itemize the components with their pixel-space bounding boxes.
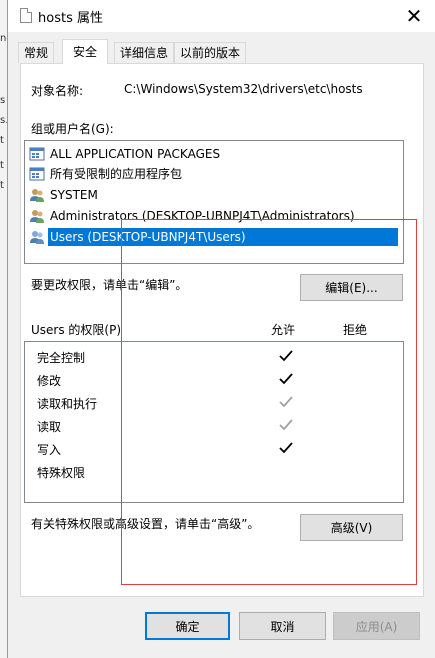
- permission-name: 读取和执行: [37, 397, 98, 411]
- background-text: t: [0, 160, 4, 171]
- users-group-icon: [30, 209, 44, 223]
- deny-column-header: 拒绝: [343, 323, 368, 337]
- background-text: t: [0, 135, 4, 146]
- change-permission-hint: 要更改权限，请单击“编辑”。: [31, 278, 188, 292]
- permission-name: 完全控制: [37, 351, 86, 365]
- inherited-check-icon: [279, 396, 293, 408]
- tab-security[interactable]: 安全: [62, 39, 108, 64]
- inherited-check-icon: [279, 419, 293, 431]
- edit-button[interactable]: 编辑(E)...: [300, 274, 403, 301]
- background-text: s: [0, 95, 6, 106]
- file-icon: [20, 8, 32, 23]
- object-name-value: C:\Windows\System32\drivers\etc\hosts: [124, 82, 363, 96]
- permissions-list: 完全控制 修改 读取和执行 读取 写入 特殊权限: [24, 341, 404, 503]
- group-name: Administrators (DESKTOP-UBNPJ4T\Administ…: [50, 208, 355, 223]
- list-item[interactable]: SYSTEM: [29, 185, 100, 204]
- group-name: SYSTEM: [50, 187, 98, 202]
- background-window-edge: nd s s. t t t: [0, 0, 13, 658]
- close-button[interactable]: ✕: [392, 0, 435, 32]
- list-item[interactable]: Administrators (DESKTOP-UBNPJ4T\Administ…: [29, 206, 357, 225]
- tab-details[interactable]: 详细信息: [114, 42, 175, 63]
- allow-check-icon: [279, 373, 293, 385]
- app-package-icon: [29, 167, 45, 180]
- permission-name: 读取: [37, 420, 62, 434]
- users-group-icon: [30, 230, 44, 244]
- tab-general[interactable]: 常规: [18, 42, 55, 63]
- group-name: Users (DESKTOP-UBNPJ4T\Users): [48, 227, 398, 246]
- list-item[interactable]: 所有受限制的应用程序包: [29, 164, 184, 183]
- permission-name: 修改: [37, 374, 62, 388]
- window-title: hosts 属性: [38, 11, 103, 26]
- object-name-label: 对象名称:: [31, 84, 84, 98]
- background-text: t: [0, 180, 4, 191]
- allow-check-icon: [279, 442, 293, 454]
- list-item[interactable]: ALL APPLICATION PACKAGES: [29, 144, 222, 163]
- allow-column-header: 允许: [271, 323, 296, 337]
- permission-name: 特殊权限: [37, 466, 86, 480]
- allow-check-icon: [279, 350, 293, 362]
- title-bar: hosts 属性 ✕: [8, 0, 435, 32]
- list-item-selected[interactable]: Users (DESKTOP-UBNPJ4T\Users): [29, 227, 398, 246]
- apply-button[interactable]: 应用(A): [333, 612, 420, 640]
- group-user-list[interactable]: ALL APPLICATION PACKAGES 所有受限制的应用程序包 SYS…: [24, 140, 404, 264]
- group-name: 所有受限制的应用程序包: [50, 166, 183, 181]
- advanced-button[interactable]: 高级(V): [300, 514, 403, 541]
- users-group-icon: [30, 188, 44, 202]
- tab-previous-versions[interactable]: 以前的版本: [174, 42, 247, 63]
- group-list-label: 组或用户名(G):: [31, 122, 114, 136]
- advanced-hint: 有关特殊权限或高级设置，请单击“高级”。: [31, 517, 260, 531]
- group-name: ALL APPLICATION PACKAGES: [50, 146, 221, 161]
- app-package-icon: [29, 147, 45, 160]
- cancel-button[interactable]: 取消: [239, 612, 326, 640]
- close-icon: ✕: [405, 4, 423, 28]
- ok-button[interactable]: 确定: [145, 612, 230, 640]
- permission-name: 写入: [37, 443, 62, 457]
- permissions-header: Users 的权限(P): [31, 323, 122, 337]
